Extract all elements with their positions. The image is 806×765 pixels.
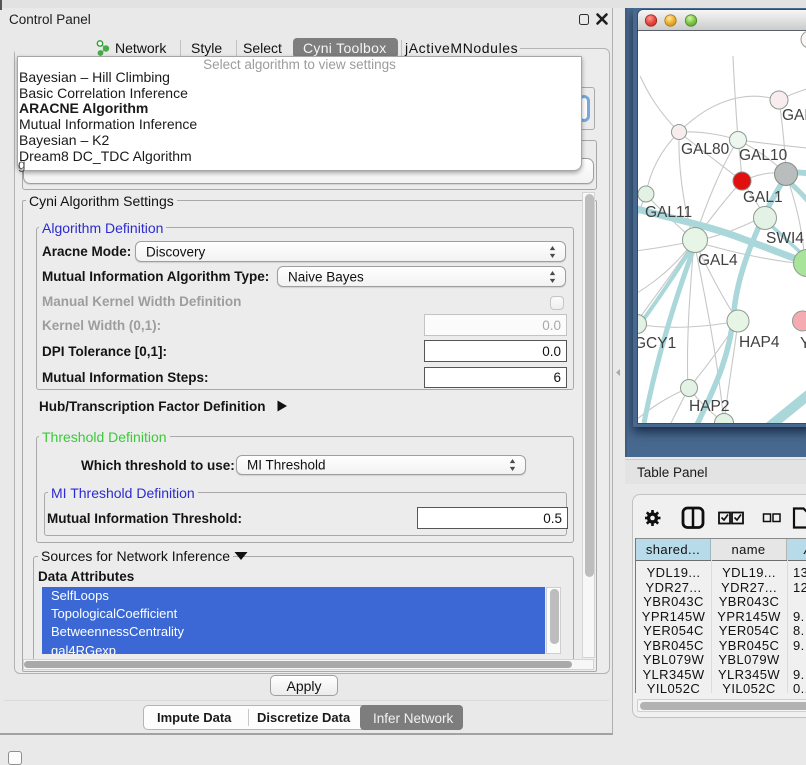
svg-text:GAL2: GAL2 <box>782 107 806 124</box>
svg-text:HAP2: HAP2 <box>689 398 730 415</box>
svg-text:GAL80: GAL80 <box>681 141 730 158</box>
svg-text:GAL4: GAL4 <box>698 252 738 269</box>
svg-text:GCY1: GCY1 <box>638 335 676 352</box>
svg-text:GAL11: GAL11 <box>645 204 692 221</box>
svg-text:YM: YM <box>800 335 806 352</box>
svg-text:GAL1: GAL1 <box>743 189 783 206</box>
svg-text:SWI4: SWI4 <box>766 230 804 247</box>
svg-text:HAP4: HAP4 <box>739 334 780 351</box>
svg-text:GAL10: GAL10 <box>739 147 788 164</box>
